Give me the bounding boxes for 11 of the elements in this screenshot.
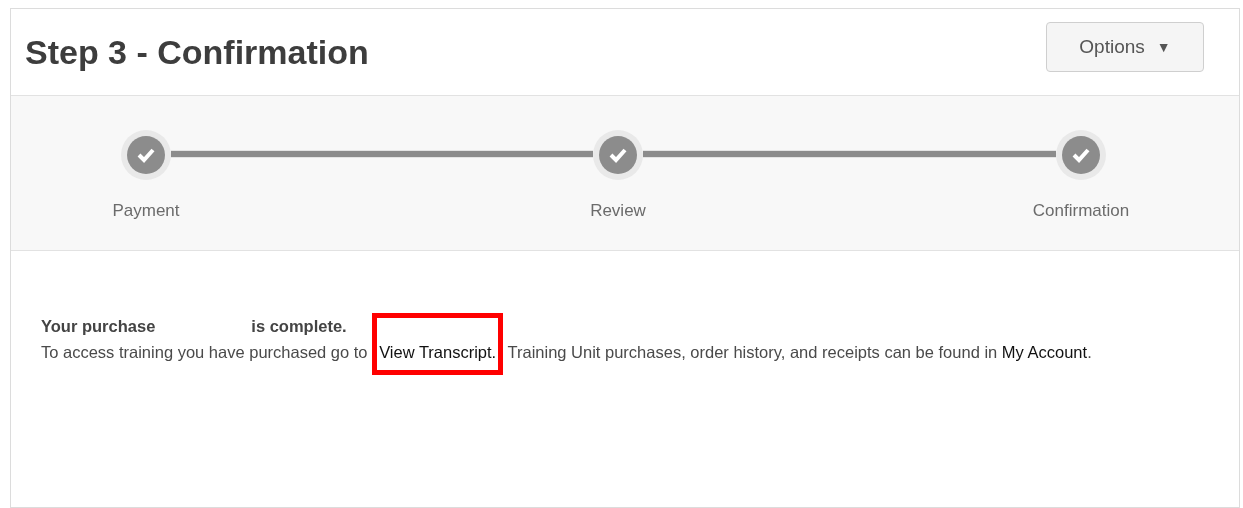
link[interactable]: My Account [1001, 343, 1088, 361]
link[interactable]: View Transcript. [379, 343, 497, 361]
step-label: Payment [112, 201, 180, 220]
page-title: Step 3 - Confirmation [25, 31, 369, 73]
options-button[interactable]: Options ▼ [1046, 22, 1204, 72]
purchase-heading: Your purchase [41, 316, 156, 337]
confirmation-message: To access training you have purchased go to View Transcript. Training Unit purchases, order history, and receipts can be found in My Account. [41, 339, 1209, 365]
step-label: Confirmation [1032, 201, 1130, 220]
caret-icon: ▼ [1156, 36, 1171, 58]
purchase-heading: is complete. [251, 316, 347, 337]
step-label: Review [590, 201, 646, 220]
